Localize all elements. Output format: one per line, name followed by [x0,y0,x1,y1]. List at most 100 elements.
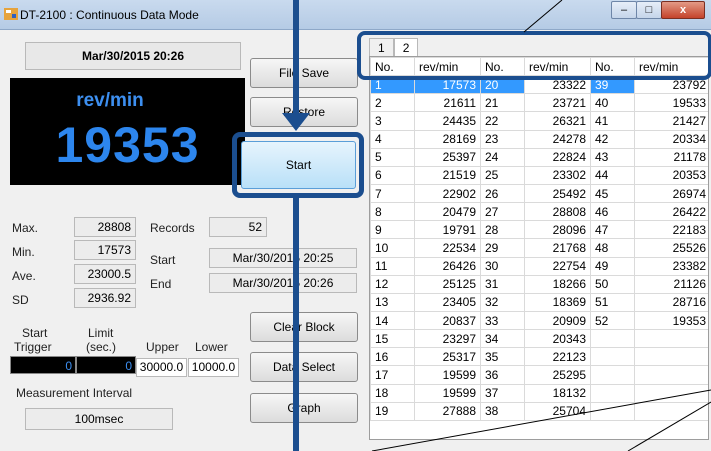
record-number-cell[interactable]: 7 [370,183,415,204]
record-number-cell[interactable]: 17 [370,365,415,385]
record-number-cell[interactable]: 11 [370,256,415,276]
record-number-cell[interactable]: 33 [480,310,525,331]
record-number-cell[interactable]: 44 [590,165,635,185]
record-value-cell[interactable]: 20909 [524,310,591,331]
record-value-cell[interactable]: 28808 [524,202,591,222]
table-row[interactable]: 10 22534 29 21768 48 25526 [370,238,708,258]
record-value-cell[interactable]: 20837 [414,310,481,331]
record-number-cell[interactable]: 37 [480,383,525,403]
title-bar[interactable]: DT-2100 : Continuous Data Mode – □ x [0,0,711,30]
record-number-cell[interactable] [590,383,635,403]
record-number-cell[interactable]: 25 [480,165,525,185]
record-value-cell[interactable]: 22183 [634,220,708,240]
record-number-cell[interactable]: 34 [480,329,525,349]
table-row[interactable]: 9 19791 28 28096 47 22183 [370,220,708,240]
record-number-cell[interactable]: 23 [480,129,525,149]
record-value-cell[interactable]: 25704 [524,401,591,421]
record-number-cell[interactable]: 42 [590,129,635,149]
record-value-cell[interactable]: 23382 [634,256,708,276]
record-number-cell[interactable]: 28 [480,220,525,240]
table-row[interactable]: 18 19599 37 18132 [370,383,708,403]
record-number-cell[interactable]: 13 [370,292,415,312]
data-select-button[interactable]: Data Select [250,352,358,382]
record-number-cell[interactable]: 15 [370,329,415,349]
table-row[interactable]: 12 25125 31 18266 50 21126 [370,274,708,294]
table-row[interactable]: 19 27888 38 25704 [370,401,708,421]
record-number-cell[interactable]: 6 [370,165,415,185]
record-number-cell[interactable] [590,329,635,349]
record-number-cell[interactable]: 47 [590,220,635,240]
record-value-cell[interactable]: 25526 [634,238,708,258]
maximize-button[interactable]: □ [636,1,662,19]
record-value-cell[interactable]: 19533 [634,93,708,113]
data-table-panel[interactable]: No. rev/min No. rev/min No. rev/min 1 175… [369,56,709,440]
record-number-cell[interactable]: 3 [370,111,415,131]
record-value-cell[interactable]: 21427 [634,111,708,131]
record-number-cell[interactable]: 46 [590,202,635,222]
record-number-cell[interactable]: 22 [480,111,525,131]
table-row[interactable]: 15 23297 34 20343 [370,329,708,349]
clear-block-button[interactable]: Clear Block [250,312,358,342]
record-number-cell[interactable]: 45 [590,183,635,204]
record-value-cell[interactable]: 21519 [414,165,481,185]
record-value-cell[interactable]: 23721 [524,93,591,113]
record-number-cell[interactable] [590,401,635,421]
record-value-cell[interactable]: 25492 [524,183,591,204]
close-button[interactable]: x [661,1,705,19]
table-row[interactable]: 4 28169 23 24278 42 20334 [370,129,708,149]
minimize-button[interactable]: – [611,1,637,19]
record-number-cell[interactable] [590,365,635,385]
record-number-cell[interactable]: 40 [590,93,635,113]
record-value-cell[interactable]: 23297 [414,329,481,349]
record-value-cell[interactable]: 25317 [414,347,481,367]
record-number-cell[interactable]: 16 [370,347,415,367]
record-value-cell[interactable]: 21768 [524,238,591,258]
table-row[interactable]: 2 21611 21 23721 40 19533 [370,93,708,113]
record-value-cell[interactable]: 22824 [524,147,591,167]
record-number-cell[interactable]: 21 [480,93,525,113]
record-value-cell[interactable]: 24435 [414,111,481,131]
record-value-cell[interactable]: 25125 [414,274,481,294]
record-number-cell[interactable]: 43 [590,147,635,167]
record-number-cell[interactable]: 14 [370,310,415,331]
limit-input[interactable]: 0 [76,356,136,374]
record-number-cell[interactable]: 36 [480,365,525,385]
record-value-cell[interactable]: 20353 [634,165,708,185]
record-number-cell[interactable]: 2 [370,93,415,113]
table-row[interactable]: 7 22902 26 25492 45 26974 [370,183,708,204]
record-value-cell[interactable]: 23405 [414,292,481,312]
record-value-cell[interactable]: 26321 [524,111,591,131]
record-value-cell[interactable]: 28169 [414,129,481,149]
record-number-cell[interactable]: 49 [590,256,635,276]
record-value-cell[interactable] [634,347,708,367]
table-row[interactable]: 8 20479 27 28808 46 26422 [370,202,708,222]
record-value-cell[interactable]: 26426 [414,256,481,276]
record-number-cell[interactable]: 52 [590,310,635,331]
file-save-button[interactable]: File Save [250,58,358,88]
table-row[interactable]: 6 21519 25 23302 44 20353 [370,165,708,185]
record-number-cell[interactable]: 10 [370,238,415,258]
record-value-cell[interactable]: 19599 [414,365,481,385]
record-number-cell[interactable]: 12 [370,274,415,294]
record-number-cell[interactable] [590,347,635,367]
record-value-cell[interactable] [634,401,708,421]
record-number-cell[interactable]: 24 [480,147,525,167]
record-value-cell[interactable]: 20343 [524,329,591,349]
record-number-cell[interactable]: 38 [480,401,525,421]
record-number-cell[interactable]: 50 [590,274,635,294]
record-value-cell[interactable]: 22902 [414,183,481,204]
start-trigger-input[interactable]: 0 [10,356,76,374]
record-number-cell[interactable]: 30 [480,256,525,276]
table-row[interactable]: 5 25397 24 22824 43 21178 [370,147,708,167]
lower-input[interactable]: 10000.0 [188,358,239,377]
record-value-cell[interactable]: 19791 [414,220,481,240]
table-row[interactable]: 14 20837 33 20909 52 19353 [370,310,708,331]
record-value-cell[interactable]: 18369 [524,292,591,312]
record-value-cell[interactable]: 20334 [634,129,708,149]
upper-input[interactable]: 30000.0 [136,358,187,377]
record-number-cell[interactable]: 5 [370,147,415,167]
record-value-cell[interactable]: 26422 [634,202,708,222]
record-value-cell[interactable]: 27888 [414,401,481,421]
record-value-cell[interactable] [634,365,708,385]
record-value-cell[interactable]: 26974 [634,183,708,204]
